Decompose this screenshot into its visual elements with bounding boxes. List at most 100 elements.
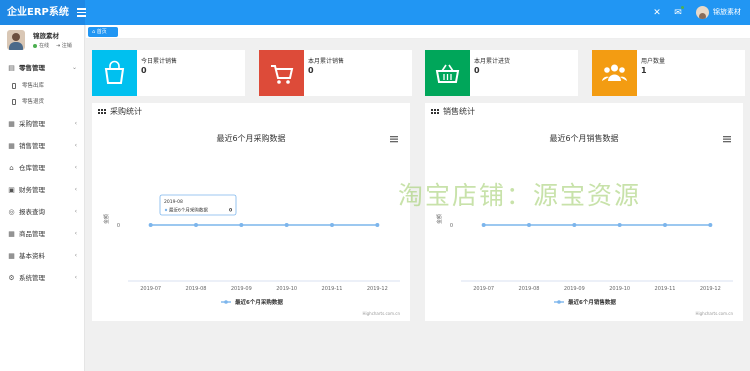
tab-bar: ⌂ 首页 (86, 25, 750, 39)
sidebar-toggle-icon[interactable] (77, 8, 86, 17)
header-user-name[interactable]: 锦旅素材 (713, 0, 741, 25)
chevron-left-icon: ‹ (74, 274, 77, 281)
data-point (527, 223, 531, 227)
sidebar-subitem-label: 零售出库 (22, 83, 45, 89)
sidebar-item-label: 仓库管理 (19, 164, 45, 172)
chart-menu-icon (390, 136, 398, 143)
avatar[interactable] (696, 6, 709, 19)
basic-data-icon: ▦ (8, 252, 15, 260)
user-avatar (7, 30, 25, 50)
data-point (148, 223, 153, 227)
online-label: 在线 (39, 43, 50, 49)
stat-value: 0 (308, 66, 314, 75)
chart-credits: Highcharts.com.cn (363, 311, 401, 316)
sidebar-item-system[interactable]: ⚙ 系统管理 ‹ (0, 269, 85, 287)
x-tick-label: 2019-12 (700, 286, 721, 292)
stat-label: 用户数量 (641, 58, 666, 65)
sidebar-item-label: 基本资料 (19, 252, 45, 260)
users-icon (592, 50, 637, 96)
menu-bar (723, 138, 731, 140)
y-tick-label: 0 (117, 223, 120, 229)
panel-header: 采购统计 (92, 103, 410, 121)
y-axis-label: 金额 (103, 214, 110, 224)
settings-icon: ⚙ (8, 274, 15, 282)
logout-link[interactable]: ⇥ 注销 (56, 42, 72, 49)
data-point (239, 223, 244, 227)
stat-label: 今日累计销售 (141, 58, 178, 65)
sidebar-item-label: 报表查询 (19, 208, 45, 216)
stat-month-purchase: 本月累计进货 0 (425, 50, 578, 96)
legend-label: 最近6个月销售数据 (568, 298, 616, 306)
sidebar-item-label: 商品管理 (19, 230, 45, 238)
x-tick-label: 2019-07 (140, 286, 161, 292)
tooltip-title: 2019-08 (164, 199, 183, 205)
sidebar-item-purchase[interactable]: ▦ 采购管理 ‹ (0, 115, 85, 133)
chart-menu-icon (723, 136, 731, 143)
tooltip-value: 0 (229, 208, 232, 214)
tooltip-marker (164, 208, 168, 212)
finance-icon: ▣ (8, 186, 15, 194)
chevron-down-icon: ⌄ (71, 64, 77, 71)
tooltip-series: 最近6个月采购数据 (169, 207, 208, 214)
stat-label: 本月累计销售 (308, 58, 345, 65)
sidebar-item-warehouse[interactable]: ⌂ 仓库管理 ‹ (0, 159, 85, 177)
sidebar-item-finance[interactable]: ▣ 财务管理 ‹ (0, 181, 85, 199)
basket-icon (425, 50, 470, 96)
sales-icon: ▦ (8, 142, 15, 150)
sidebar: 锦旅素材 在线 ⇥ 注销 ▤ 零售管理 ⌄ 零售出库 零售退货 ▦ 采购管理 ‹… (0, 25, 85, 371)
x-tick-label: 2019-11 (655, 286, 676, 292)
sidebar-item-reports[interactable]: ◎ 报表查询 ‹ (0, 203, 85, 221)
data-point (572, 223, 577, 227)
data-point (330, 223, 334, 227)
x-tick-label: 2019-10 (609, 286, 630, 292)
sidebar-item-label: 零售管理 (19, 64, 45, 72)
online-status: 在线 (33, 42, 49, 49)
purchase-stats-panel: 采购统计 最近6个月采购数据 金额 0 2019-07 2019-08 2019-09 20… (92, 103, 410, 321)
menu-bar (723, 136, 731, 138)
shopping-icon: ▤ (8, 64, 15, 72)
sidebar-item-goods[interactable]: ▦ 商品管理 ‹ (0, 225, 85, 243)
expand-icon[interactable]: ✕ (652, 8, 662, 18)
sales-line-chart: 最近6个月销售数据金额02019-07 2019-08 2019-09 2019-10… (436, 133, 733, 316)
sidebar-subitem-retail-out[interactable]: 零售出库 (0, 80, 85, 93)
sidebar-item-sales[interactable]: ▦ 销售管理 ‹ (0, 137, 85, 155)
data-point (663, 223, 667, 227)
x-tick-label: 2019-08 (519, 286, 540, 292)
x-tick-label: 2019-09 (564, 286, 585, 292)
bag-icon (92, 50, 137, 96)
panel-title: 销售统计 (443, 107, 475, 116)
data-point (617, 223, 622, 227)
stat-today-sales: 今日累计销售 0 (92, 50, 245, 96)
app-brand: 企业ERP系统 (0, 0, 85, 25)
stat-month-sales: 本月累计销售 0 (259, 50, 412, 96)
sidebar-subitem-retail-return[interactable]: 零售退货 (0, 96, 85, 109)
chevron-left-icon: ‹ (74, 186, 77, 193)
legend-marker (557, 300, 561, 304)
chevron-left-icon: ‹ (74, 252, 77, 259)
chart-tooltip: 2019-08 最近6个月采购数据 0 (159, 194, 237, 216)
cart-icon (259, 50, 304, 96)
sidebar-item-basic-data[interactable]: ▦ 基本资料 ‹ (0, 247, 85, 265)
user-name: 锦旅素材 (33, 32, 59, 40)
file-icon (12, 83, 16, 89)
menu-bar (390, 136, 398, 138)
chevron-left-icon: ‹ (74, 120, 77, 127)
sidebar-subitem-label: 零售退货 (22, 99, 45, 105)
tab-home[interactable]: ⌂ 首页 (88, 27, 118, 37)
chart-title: 最近6个月销售数据 (549, 133, 618, 143)
message-icon[interactable]: ✉ (673, 8, 683, 18)
warehouse-icon: ⌂ (9, 164, 14, 172)
top-header: 企业ERP系统 ✕ ✉ 锦旅素材 (0, 0, 750, 25)
sidebar-item-retail[interactable]: ▤ 零售管理 ⌄ (0, 59, 85, 77)
panel-header: 销售统计 (425, 103, 743, 121)
menu-bar (390, 141, 398, 143)
sidebar-item-label: 采购管理 (19, 120, 45, 128)
y-axis-label: 金额 (436, 214, 443, 224)
x-tick-label: 2019-07 (473, 286, 494, 292)
stat-value: 0 (141, 66, 147, 75)
chevron-left-icon: ‹ (74, 142, 77, 149)
online-dot-icon (33, 43, 37, 48)
watermark: 淘宝店铺：源宝资源 (398, 181, 642, 210)
report-icon: ◎ (8, 208, 15, 216)
grid-icon (98, 109, 106, 115)
